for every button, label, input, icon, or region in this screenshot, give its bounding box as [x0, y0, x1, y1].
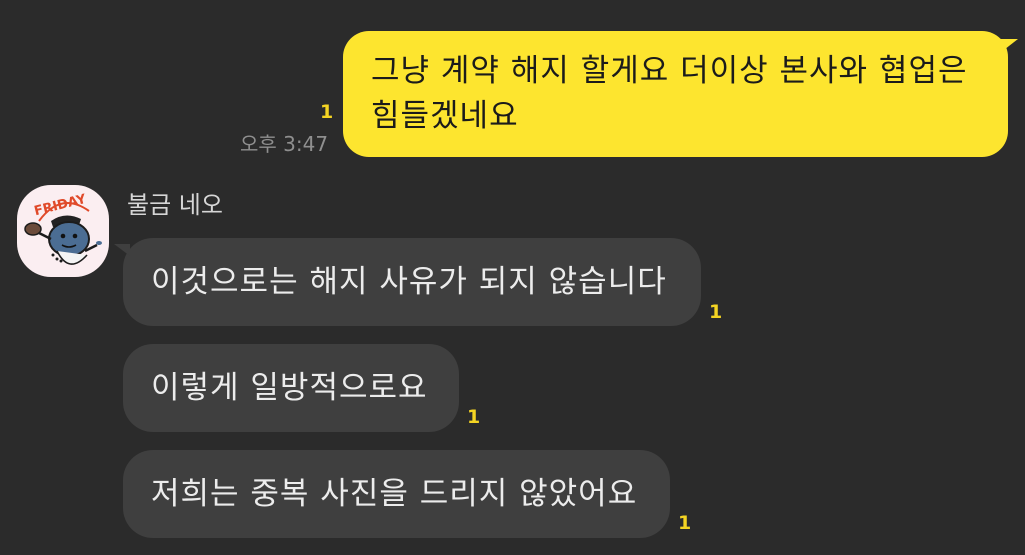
incoming-message-bubble[interactable]: 이것으로는 해지 사유가 되지 않습니다	[114, 238, 701, 326]
unread-count: 1	[467, 406, 481, 428]
message-timestamp: 오후 3:47	[240, 132, 329, 156]
incoming-message-bubble[interactable]: 이렇게 일방적으로요	[123, 344, 459, 432]
unread-count: 1	[709, 301, 723, 323]
avatar[interactable]: FRIDAY	[17, 185, 109, 277]
sender-name: 불금 네오	[127, 191, 223, 219]
incoming-message-text: 이것으로는 해지 사유가 되지 않습니다	[151, 264, 667, 300]
unread-count: 1	[320, 101, 334, 123]
incoming-message-text: 이렇게 일방적으로요	[151, 370, 428, 406]
outgoing-message-text-line-2: 힘들겠네요	[371, 98, 519, 134]
neo-friday-avatar-icon: FRIDAY	[24, 192, 102, 265]
outgoing-message-text-line-1: 그냥 계약 해지 할게요 더이상 본사와 협업은	[371, 53, 968, 89]
unread-count: 1	[678, 512, 692, 534]
avatar-caption: FRIDAY	[33, 192, 88, 219]
outgoing-message-bubble[interactable]: 그냥 계약 해지 할게요 더이상 본사와 협업은 힘들겠네요	[343, 31, 1018, 157]
incoming-message-bubble[interactable]: 저희는 중복 사진을 드리지 않았어요	[123, 450, 670, 538]
incoming-message-text: 저희는 중복 사진을 드리지 않았어요	[151, 476, 638, 512]
